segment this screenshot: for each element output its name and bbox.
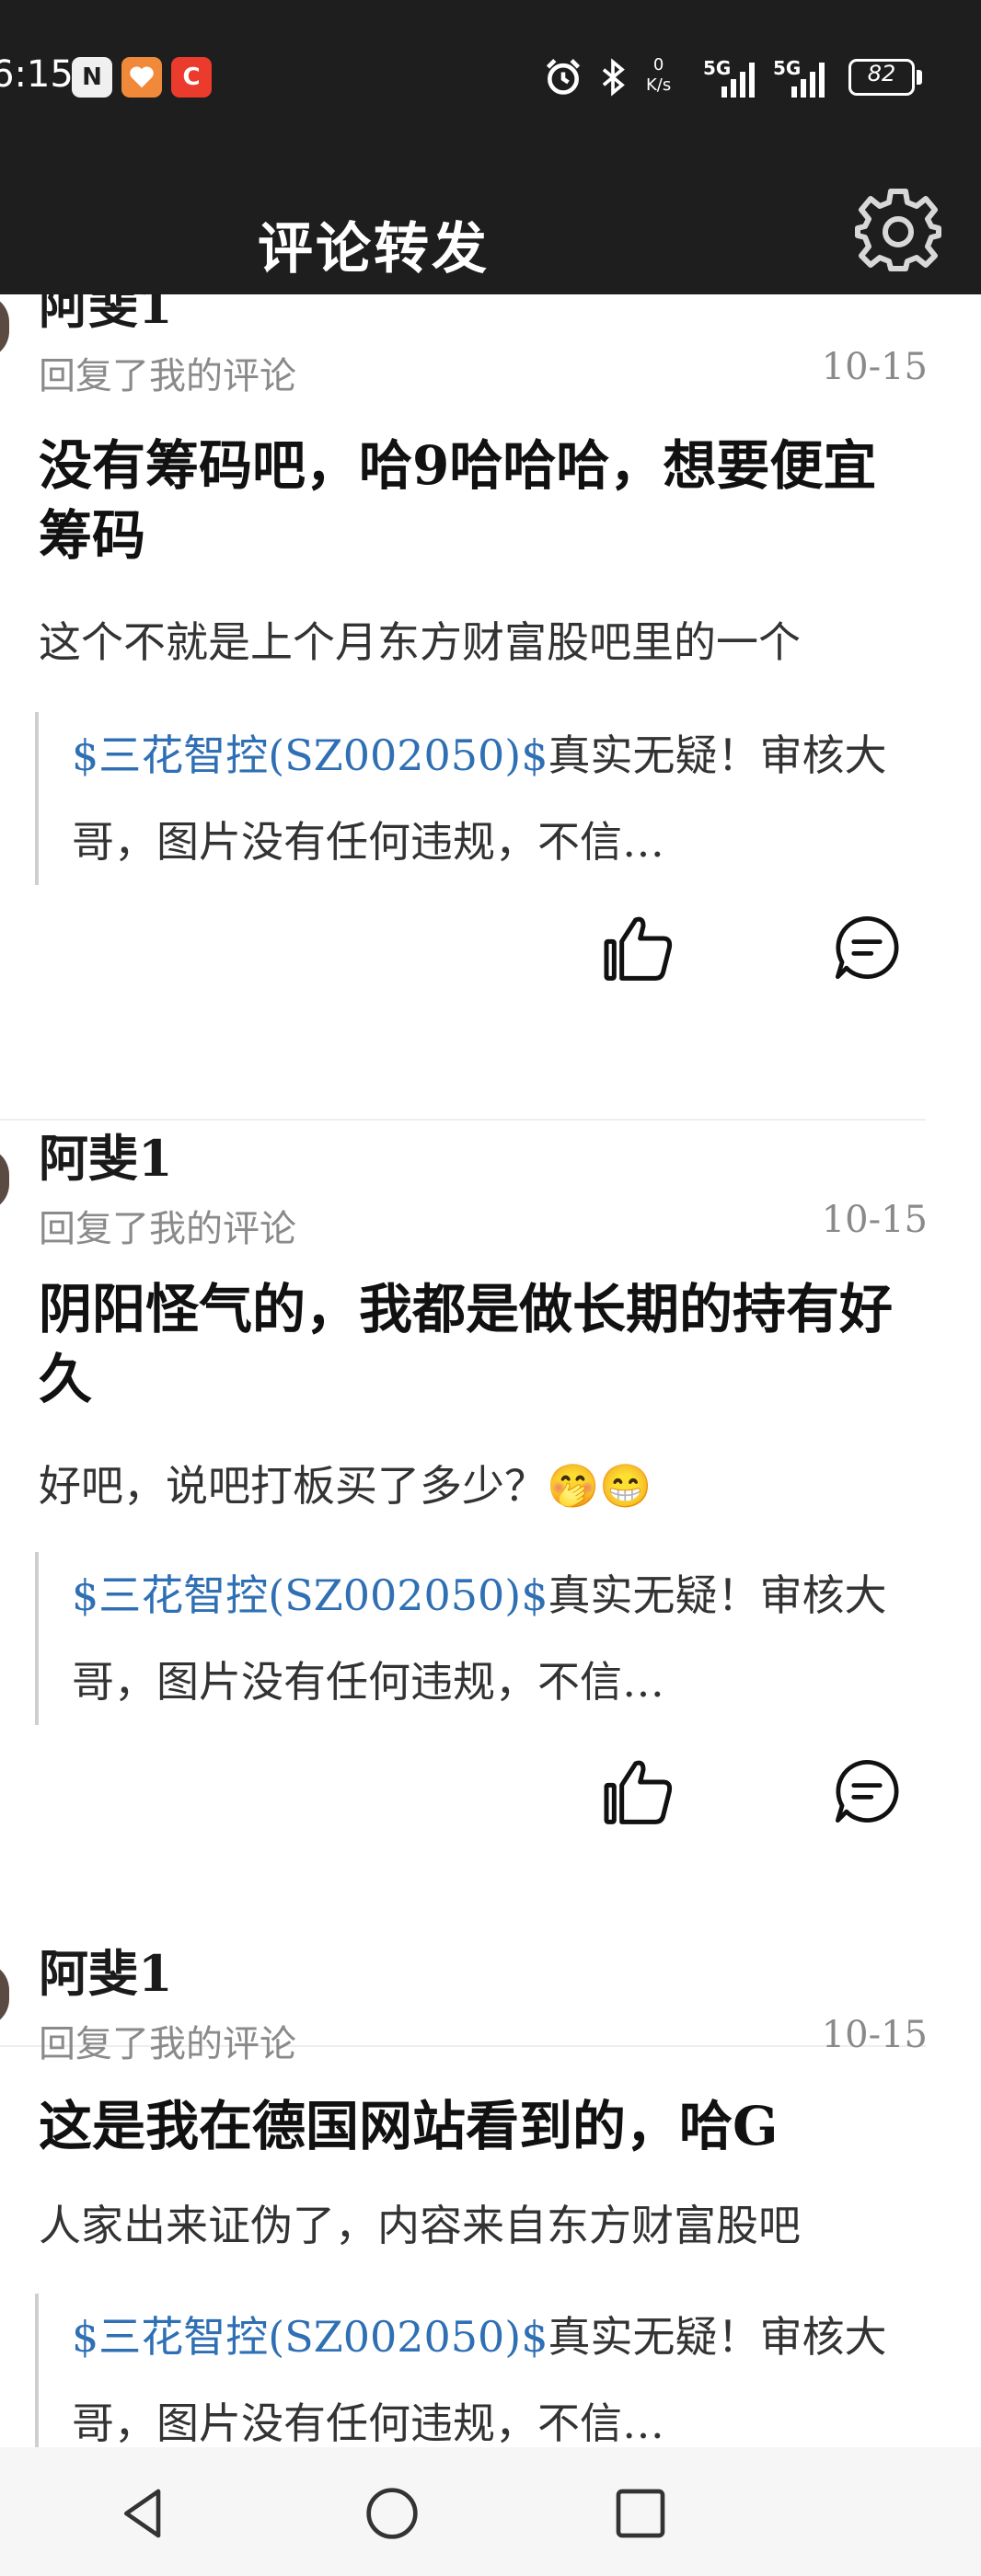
- status-bar: 6:15 N C 0 K/s 5G 5G 82: [0, 0, 981, 156]
- comment-card[interactable]: 阿斐1 回复了我的评论 10-15 阴阳怪气的，我都是做长期的持有好久 好吧，说…: [0, 1110, 981, 2047]
- reply-action-label: 回复了我的评论: [39, 355, 296, 397]
- back-triangle-icon[interactable]: [114, 2484, 173, 2543]
- comment-text[interactable]: 这是我在德国网站看到的，哈G: [39, 2091, 922, 2161]
- commenter-name[interactable]: 阿斐1: [39, 1118, 173, 1190]
- nfc-icon: N: [72, 57, 112, 98]
- stock-tag-link[interactable]: $三花智控(SZ002050)$: [72, 1570, 548, 1620]
- stock-tag-link[interactable]: $三花智控(SZ002050)$: [72, 730, 548, 780]
- signal-bars-1-icon: [721, 63, 755, 98]
- recents-square-icon[interactable]: [611, 2484, 670, 2543]
- stock-tag-link[interactable]: $三花智控(SZ002050)$: [72, 2312, 548, 2362]
- comment-card[interactable]: 阿斐1 回复了我的评论 10-15 这是我在德国网站看到的，哈G 人家出来证伪了…: [0, 1926, 981, 2447]
- comment-date: 10-15: [821, 346, 928, 388]
- avatar[interactable]: [0, 1962, 9, 2027]
- comment-date: 10-15: [821, 1199, 928, 1241]
- comment-feed[interactable]: 阿斐1 回复了我的评论 10-15 没有筹码吧，哈9哈哈哈，想要便宜筹码 这个不…: [0, 294, 981, 2447]
- like-thumbs-up-icon[interactable]: [602, 911, 675, 984]
- battery-tip: [917, 70, 922, 85]
- comment-text[interactable]: 阴阳怪气的，我都是做长期的持有好久: [39, 1274, 922, 1414]
- settings-gear-icon[interactable]: [854, 184, 942, 272]
- network-speed: 0 K/s: [646, 55, 672, 95]
- like-thumbs-up-icon[interactable]: [602, 1754, 675, 1828]
- comment-date: 10-15: [821, 2014, 928, 2056]
- reply-action-label: 回复了我的评论: [39, 2023, 296, 2065]
- reply-text[interactable]: 人家出来证伪了，内容来自东方财富股吧: [39, 2192, 927, 2253]
- alarm-icon: [546, 59, 581, 95]
- reply-text[interactable]: 这个不就是上个月东方财富股吧里的一个: [39, 609, 927, 670]
- page-title: 评论转发: [258, 217, 490, 282]
- comment-card[interactable]: 阿斐1 回复了我的评论 10-15 没有筹码吧，哈9哈哈哈，想要便宜筹码 这个不…: [0, 294, 981, 1121]
- app-header: 评论转发: [0, 156, 981, 294]
- home-circle-icon[interactable]: [363, 2484, 421, 2543]
- comment-bubble-icon[interactable]: [832, 913, 902, 983]
- c-app-icon: C: [171, 57, 212, 98]
- quoted-post[interactable]: $三花智控(SZ002050)$真实无疑！审核大哥，图片没有任何违规，不信…: [35, 712, 928, 885]
- heart-app-icon: [121, 57, 162, 98]
- commenter-name[interactable]: 阿斐1: [39, 294, 173, 338]
- comment-text[interactable]: 没有筹码吧，哈9哈哈哈，想要便宜筹码: [39, 431, 922, 570]
- comment-bubble-icon[interactable]: [832, 1756, 902, 1826]
- bluetooth-icon: [602, 58, 625, 97]
- avatar[interactable]: [0, 294, 9, 359]
- avatar[interactable]: [0, 1147, 9, 1212]
- status-time: 6:15: [0, 53, 74, 96]
- commenter-name[interactable]: 阿斐1: [39, 1933, 173, 2006]
- reply-text[interactable]: 好吧，说吧打板买了多少？🤭😁: [39, 1453, 927, 1513]
- quoted-post[interactable]: $三花智控(SZ002050)$真实无疑！审核大哥，图片没有任何违规，不信…: [35, 1552, 928, 1725]
- quoted-post[interactable]: $三花智控(SZ002050)$真实无疑！审核大哥，图片没有任何违规，不信…: [35, 2294, 928, 2447]
- reply-action-label: 回复了我的评论: [39, 1208, 296, 1250]
- battery-level: 82: [867, 61, 896, 86]
- system-navigation-bar: [0, 2447, 981, 2576]
- signal-bars-2-icon: [791, 63, 825, 98]
